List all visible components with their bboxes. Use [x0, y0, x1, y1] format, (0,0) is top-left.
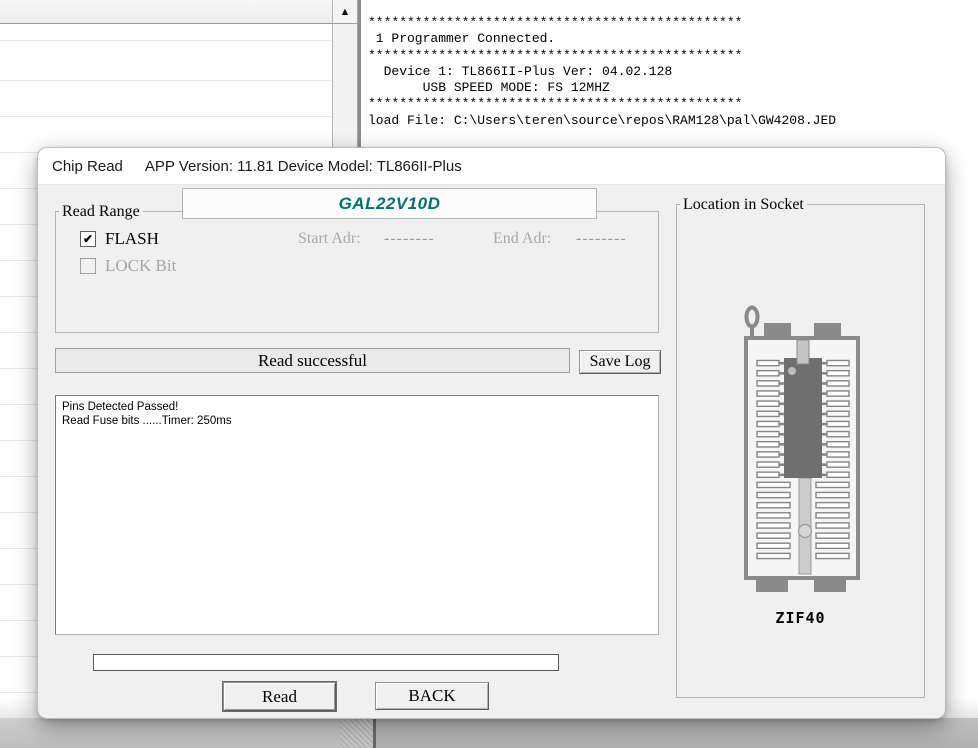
- bottom-strip-left: [0, 718, 340, 748]
- socket-pin: [757, 492, 790, 497]
- read-range-group: Read Range ✔ FLASH LOCK Bit Start Adr: -…: [55, 211, 659, 333]
- socket-pin: [757, 543, 790, 548]
- console-line: load File: C:\Users\teren\source\repos\R…: [368, 113, 978, 129]
- console-line: Device 1: TL866II-Plus Ver: 04.02.128: [368, 64, 978, 80]
- socket-pin: [827, 361, 849, 366]
- socket-top-tab: [814, 323, 841, 338]
- socket-pin: [827, 381, 849, 386]
- console-line: 1 Programmer Connected.: [368, 31, 978, 47]
- dialog-body: GAL22V10D Read Range ✔ FLASH LOCK Bit St…: [38, 185, 945, 718]
- socket-pin: [816, 492, 849, 497]
- socket-pin: [827, 462, 849, 467]
- chip-pin1-dot-icon: [788, 367, 796, 375]
- socket-bottom-tab: [756, 578, 788, 592]
- socket-pin: [757, 442, 779, 447]
- bottom-strip-right: [376, 718, 978, 748]
- socket-pin: [827, 401, 849, 406]
- start-adr-label: Start Adr:: [298, 230, 361, 248]
- socket-pin: [757, 482, 790, 487]
- socket-lever-icon: [747, 308, 758, 327]
- location-legend: Location in Socket: [680, 196, 807, 214]
- back-button[interactable]: BACK: [375, 682, 489, 710]
- console-line: ****************************************…: [368, 15, 978, 31]
- socket-pin: [757, 421, 779, 426]
- socket-pin: [827, 452, 849, 457]
- flash-checkbox-row: ✔ FLASH: [80, 229, 159, 249]
- socket-pin: [816, 523, 849, 528]
- zif-socket-svg: [737, 301, 867, 601]
- read-button[interactable]: Read: [223, 682, 336, 711]
- socket-pin: [757, 371, 779, 376]
- socket-pin: [757, 503, 790, 508]
- socket-center-screw: [799, 525, 812, 538]
- flash-checkbox[interactable]: ✔: [80, 231, 96, 247]
- console-line: ****************************************…: [368, 48, 978, 64]
- table-header-band: [0, 0, 332, 24]
- chip-name-tab: GAL22V10D: [182, 188, 597, 219]
- socket-pin: [816, 553, 849, 558]
- zif-socket-graphic: [737, 301, 867, 601]
- lock-bit-checkbox: [80, 258, 96, 274]
- save-log-button[interactable]: Save Log: [579, 350, 661, 374]
- socket-pin: [757, 452, 779, 457]
- socket-pin: [827, 371, 849, 376]
- socket-pin: [816, 543, 849, 548]
- console-line: USB SPEED MODE: FS 12MHZ: [368, 80, 978, 96]
- console-line: ****************************************…: [368, 96, 978, 112]
- dialog-titlebar[interactable]: Chip Read APP Version: 11.81 Device Mode…: [38, 148, 945, 185]
- socket-pin: [827, 421, 849, 426]
- socket-top-tab: [764, 323, 791, 338]
- socket-pin: [757, 472, 779, 477]
- dialog-title: Chip Read: [52, 158, 123, 175]
- dialog-app-info: APP Version: 11.81 Device Model: TL866II…: [145, 158, 462, 175]
- location-in-socket-group: Location in Socket: [676, 204, 925, 698]
- socket-pin: [757, 401, 779, 406]
- read-range-legend: Read Range: [59, 203, 143, 221]
- chip-top-handle: [797, 340, 809, 364]
- log-line: Read Fuse bits ......Timer: 250ms: [62, 414, 652, 428]
- scroll-up-icon: ▲: [340, 6, 351, 18]
- socket-pin: [757, 391, 779, 396]
- log-line: Pins Detected Passed!: [62, 400, 652, 414]
- start-adr-value: --------: [384, 230, 435, 248]
- socket-name-label: ZIF40: [677, 609, 924, 627]
- log-output-area[interactable]: Pins Detected Passed! Read Fuse bits ...…: [55, 395, 659, 635]
- socket-pin: [816, 513, 849, 518]
- socket-pin: [757, 533, 790, 538]
- socket-pin: [827, 472, 849, 477]
- lock-bit-label: LOCK Bit: [105, 256, 176, 276]
- socket-pin: [827, 442, 849, 447]
- scrollbar-corner-dither: [340, 718, 373, 748]
- socket-pin: [827, 432, 849, 437]
- inserted-chip: [784, 358, 822, 478]
- checkmark-icon: ✔: [83, 233, 93, 245]
- socket-pin: [757, 553, 790, 558]
- socket-pin: [757, 381, 779, 386]
- end-adr-label: End Adr:: [493, 230, 551, 248]
- socket-pin: [816, 482, 849, 487]
- socket-pin: [757, 411, 779, 416]
- chip-read-dialog: Chip Read APP Version: 11.81 Device Mode…: [38, 148, 945, 718]
- progress-bar: [93, 654, 559, 671]
- scroll-up-button[interactable]: ▲: [333, 0, 357, 24]
- socket-pin: [757, 432, 779, 437]
- lock-bit-checkbox-row: LOCK Bit: [80, 256, 176, 276]
- socket-pin: [827, 391, 849, 396]
- socket-pin: [757, 462, 779, 467]
- socket-pin: [816, 503, 849, 508]
- socket-pin: [757, 513, 790, 518]
- socket-pin: [816, 533, 849, 538]
- socket-pin: [827, 411, 849, 416]
- socket-bottom-tab: [814, 578, 846, 592]
- flash-label: FLASH: [105, 229, 159, 249]
- end-adr-value: --------: [576, 230, 627, 248]
- socket-pin: [757, 523, 790, 528]
- socket-pin: [757, 361, 779, 366]
- status-bar: Read successful: [55, 348, 570, 373]
